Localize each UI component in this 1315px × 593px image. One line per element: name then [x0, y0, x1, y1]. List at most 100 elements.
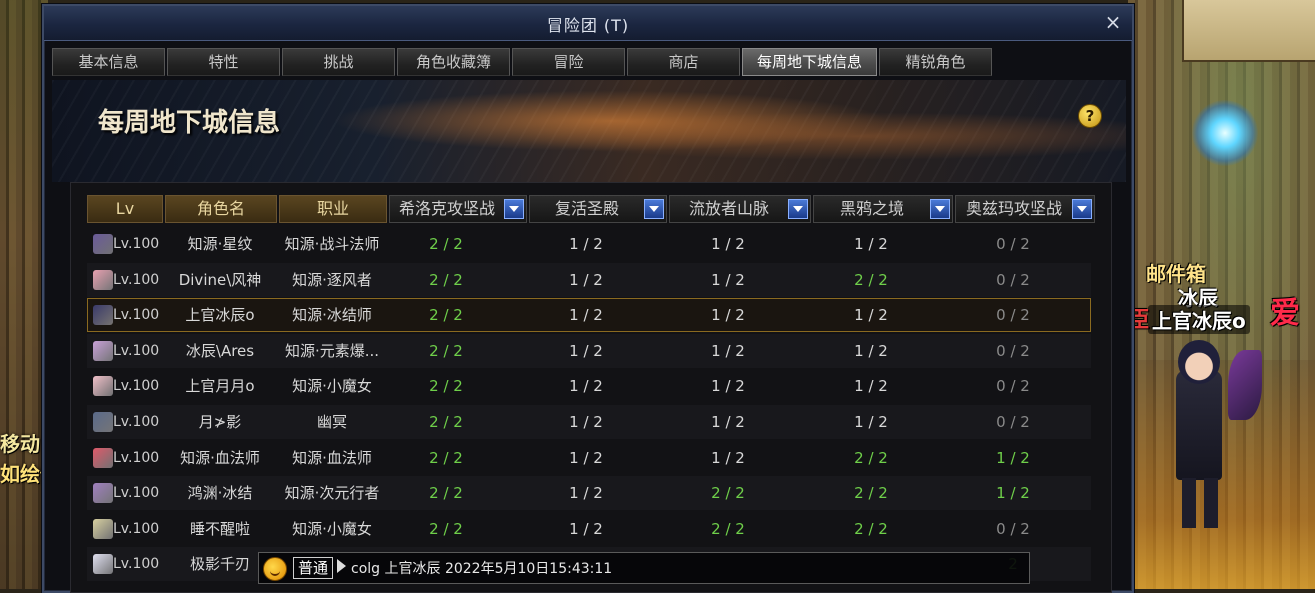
- character-avatar-icon: [93, 234, 113, 254]
- row-job: 知源·战斗法师: [284, 235, 380, 253]
- row-dungeon-3-progress: 1 / 2: [711, 341, 745, 360]
- row-dungeon-1-progress: 2 / 2: [429, 235, 463, 253]
- row-dungeon-2-progress: 1 / 2: [569, 484, 603, 503]
- character-body: [1176, 370, 1222, 480]
- row-dungeon-3-progress: 1 / 2: [711, 235, 745, 253]
- tab-shop[interactable]: 商店: [627, 48, 740, 76]
- page-banner: 每周地下城信息 ?: [52, 80, 1126, 182]
- header-dungeon-1[interactable]: 希洛克攻坚战: [389, 195, 527, 223]
- dropdown-arrow-icon[interactable]: [504, 199, 524, 219]
- table-row[interactable]: Lv.100 Divine\风神 知源·逐风者 2 / 2 1 / 2 1 / 2 2 / …: [87, 262, 1091, 297]
- row-dungeon-4-progress: 2 / 2: [854, 270, 888, 289]
- dropdown-arrow-icon[interactable]: [1072, 199, 1092, 219]
- row-dungeon-3-progress: 1 / 2: [711, 377, 745, 396]
- table-header: Lv 角色名 职业 希洛克攻坚战 复活圣殿 流放者山脉 黑鸦之境 奥兹玛攻坚战: [87, 195, 1097, 223]
- row-level: Lv.100: [113, 342, 160, 359]
- table-row[interactable]: Lv.100 月≯影 幽冥 2 / 2 1 / 2 1 / 2 1 / 2 0 / 2: [87, 405, 1091, 439]
- window-title: 冒险团 (T): [546, 16, 630, 35]
- header-lv[interactable]: Lv: [87, 195, 163, 223]
- row-character-name: 鸿渊·冰结: [187, 484, 253, 503]
- row-dungeon-5-progress: 0 / 2: [996, 306, 1030, 325]
- row-dungeon-4-progress: 2 / 2: [854, 448, 888, 467]
- row-dungeon-4-progress: 1 / 2: [854, 235, 888, 253]
- tab-challenge[interactable]: 挑战: [282, 48, 395, 76]
- tab-adventure[interactable]: 冒险: [512, 48, 625, 76]
- row-dungeon-3-progress: 1 / 2: [711, 448, 745, 467]
- scene-left-shade: [0, 0, 48, 589]
- chat-channel-button[interactable]: 普通: [293, 557, 334, 579]
- row-dungeon-4-progress: 1 / 2: [854, 413, 888, 431]
- npc-red-text: 爱: [1270, 296, 1300, 331]
- dropdown-arrow-icon[interactable]: [644, 199, 664, 219]
- dungeon-table-panel: Lv 角色名 职业 希洛克攻坚战 复活圣殿 流放者山脉 黑鸦之境 奥兹玛攻坚战 …: [70, 182, 1112, 593]
- close-button[interactable]: ×: [1102, 11, 1124, 33]
- emoji-icon[interactable]: [263, 557, 287, 581]
- dropdown-arrow-icon[interactable]: [788, 199, 808, 219]
- character-avatar-icon: [93, 518, 113, 539]
- table-row[interactable]: Lv.100 知源·星纹 知源·战斗法师 2 / 2 1 / 2 1 / 2 1 / 2 0 …: [87, 227, 1091, 261]
- row-character-name: 知源·星纹: [187, 235, 253, 253]
- row-dungeon-2-progress: 1 / 2: [569, 306, 603, 325]
- row-job: 知源·血法师: [292, 448, 372, 467]
- row-dungeon-4-progress: 1 / 2: [854, 341, 888, 360]
- row-job: 知源·元素爆...: [284, 341, 380, 360]
- header-dungeon-4[interactable]: 黑鸦之境: [813, 195, 953, 223]
- row-dungeon-5-progress: 0 / 2: [996, 519, 1030, 538]
- row-level: Lv.100: [113, 520, 160, 537]
- row-dungeon-2-progress: 1 / 2: [569, 377, 603, 396]
- table-row[interactable]: Lv.100 鸿渊·冰结 知源·次元行者 2 / 2 1 / 2 2 / 2 2 / 2 1 …: [87, 476, 1091, 511]
- tab-elite-characters[interactable]: 精锐角色: [879, 48, 992, 76]
- row-level: Lv.100: [113, 414, 160, 430]
- row-dungeon-5-progress: 0 / 2: [996, 270, 1030, 289]
- row-character-name: Divine\风神: [178, 270, 262, 289]
- row-dungeon-4-progress: 2 / 2: [854, 519, 888, 538]
- tab-weekly-dungeon[interactable]: 每周地下城信息: [742, 48, 877, 76]
- row-dungeon-2-progress: 1 / 2: [569, 519, 603, 538]
- row-dungeon-2-progress: 1 / 2: [569, 413, 603, 431]
- glowing-orb-icon: [1192, 100, 1258, 166]
- character-avatar-icon: [93, 340, 113, 361]
- table-row[interactable]: Lv.100 上官冰辰o 知源·冰结师 2 / 2 1 / 2 1 / 2 1 / 2 0 /…: [87, 298, 1091, 333]
- header-job[interactable]: 职业: [279, 195, 387, 223]
- row-character-name: 知源·血法师: [180, 448, 260, 467]
- character-avatar-icon: [93, 483, 113, 504]
- dropdown-arrow-icon[interactable]: [930, 199, 950, 219]
- row-dungeon-1-progress: 2 / 2: [429, 484, 463, 503]
- row-character-name: 上官冰辰o: [185, 306, 255, 325]
- row-dungeon-5-progress: 1 / 2: [996, 484, 1030, 503]
- row-dungeon-1-progress: 2 / 2: [429, 519, 463, 538]
- row-dungeon-2-progress: 1 / 2: [569, 341, 603, 360]
- minimap[interactable]: [1182, 0, 1315, 62]
- help-icon[interactable]: ?: [1078, 104, 1102, 128]
- header-dungeon-2[interactable]: 复活圣殿: [529, 195, 667, 223]
- row-level: Lv.100: [113, 485, 160, 502]
- row-dungeon-4-progress: 2 / 2: [854, 484, 888, 503]
- row-dungeon-4-progress: 1 / 2: [854, 377, 888, 396]
- tab-traits[interactable]: 特性: [167, 48, 280, 76]
- tab-character-collection[interactable]: 角色收藏簿: [397, 48, 510, 76]
- row-character-name: 月≯影: [198, 413, 242, 431]
- row-dungeon-1-progress: 2 / 2: [429, 413, 463, 431]
- row-dungeon-2-progress: 1 / 2: [569, 235, 603, 253]
- header-name[interactable]: 角色名: [165, 195, 277, 223]
- character-legs: [1182, 478, 1218, 528]
- row-dungeon-1-progress: 2 / 2: [429, 377, 463, 396]
- row-dungeon-3-progress: 1 / 2: [711, 306, 745, 325]
- header-dungeon-3[interactable]: 流放者山脉: [669, 195, 811, 223]
- chat-bar[interactable]: 普通 colg 上官冰辰 2022年5月10日15:43:11: [258, 552, 1030, 584]
- character-avatar-icon: [93, 305, 113, 326]
- tab-basic-info[interactable]: 基本信息: [52, 48, 165, 76]
- window-titlebar[interactable]: 冒险团 (T) ×: [44, 6, 1132, 41]
- table-row[interactable]: Lv.100 知源·血法师 知源·血法师 2 / 2 1 / 2 1 / 2 2 / 2 1 …: [87, 441, 1091, 475]
- header-dungeon-5[interactable]: 奥兹玛攻坚战: [955, 195, 1095, 223]
- table-row[interactable]: Lv.100 冰辰\Ares 知源·元素爆... 2 / 2 1 / 2 1 / 2 1 /…: [87, 333, 1091, 368]
- row-dungeon-5-progress: 1 / 2: [996, 448, 1030, 467]
- table-row[interactable]: Lv.100 上官月月o 知源·小魔女 2 / 2 1 / 2 1 / 2 1 / 2 0 /…: [87, 369, 1091, 403]
- scene-left-text-1: 移动: [0, 432, 40, 456]
- row-dungeon-2-progress: 1 / 2: [569, 448, 603, 467]
- row-dungeon-1-progress: 2 / 2: [429, 341, 463, 360]
- row-job: 知源·冰结师: [292, 306, 372, 325]
- row-level: Lv.100: [113, 556, 160, 573]
- player-character[interactable]: [1148, 330, 1262, 540]
- table-row[interactable]: Lv.100 睡不醒啦 知源·小魔女 2 / 2 1 / 2 2 / 2 2 / 2 0 / …: [87, 512, 1091, 546]
